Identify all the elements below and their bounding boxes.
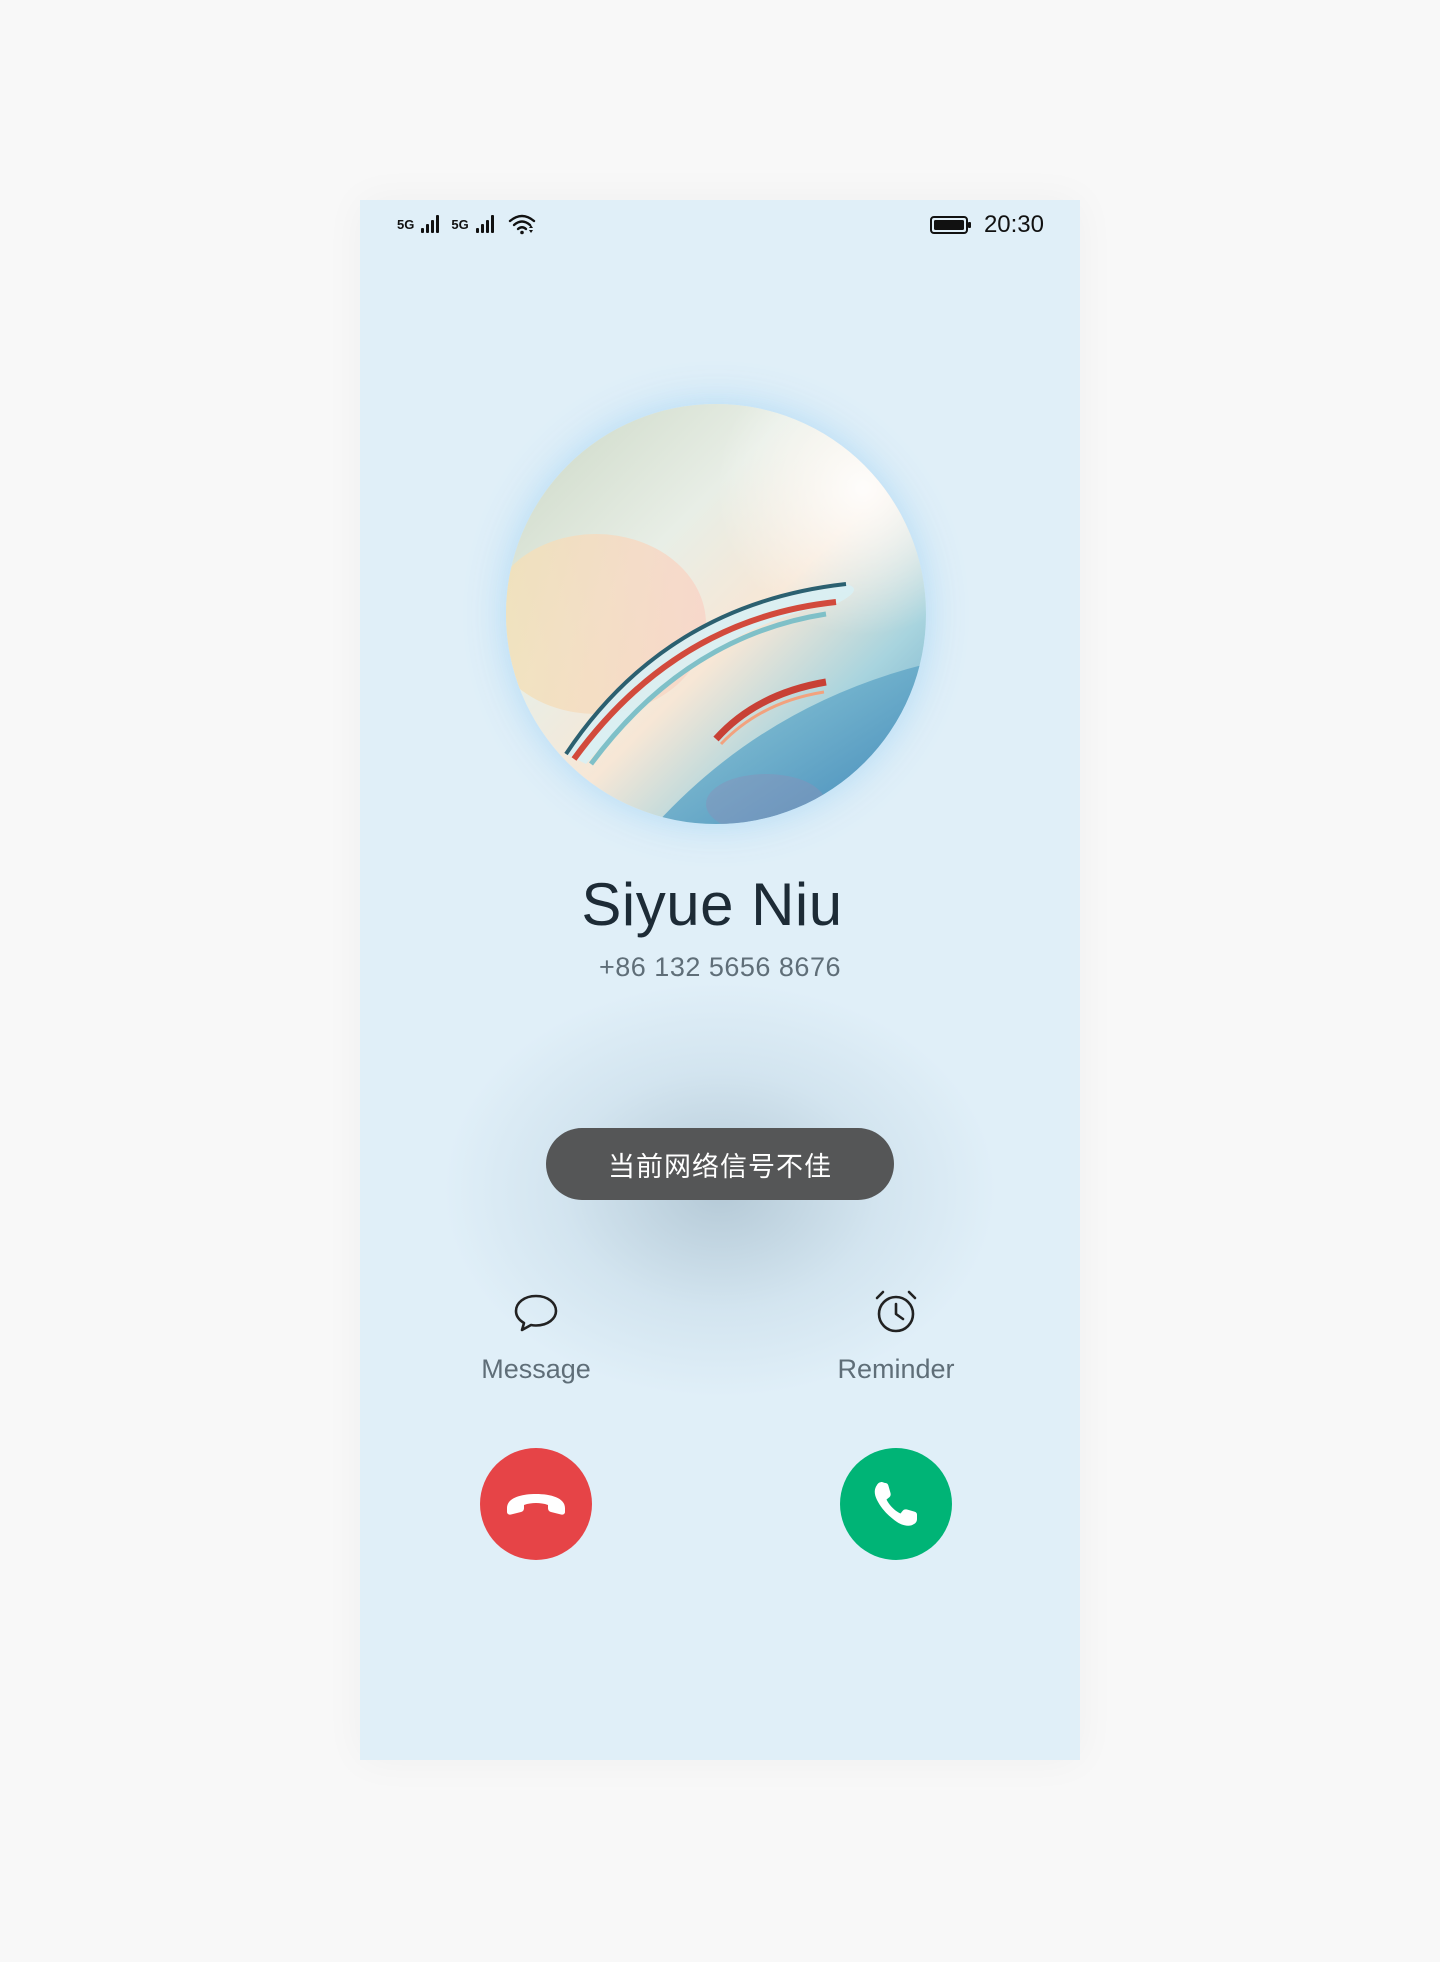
- message-icon: [514, 1294, 558, 1332]
- signal-icon: [421, 215, 440, 233]
- avatar-image: [506, 404, 926, 824]
- battery-icon: [929, 216, 971, 234]
- wifi-icon: [508, 214, 535, 235]
- phone-icon: [874, 1482, 917, 1526]
- message-action[interactable]: Message: [456, 1286, 616, 1385]
- message-label: Message: [481, 1354, 591, 1384]
- status-time: 20:30: [983, 211, 1044, 238]
- incoming-call-screen: 5G 5G 20:30 Siyue Niu +86 132 5656 8676 …: [360, 200, 1080, 1760]
- signal-icon: [475, 215, 494, 233]
- alarm-clock-icon: [875, 1290, 917, 1333]
- status-right: 20:30: [929, 211, 1044, 239]
- caller-avatar: [506, 404, 926, 824]
- phone-hangup-icon: [507, 1494, 565, 1515]
- network-warning-toast: 当前网络信号不佳: [546, 1128, 894, 1200]
- answer-call-button[interactable]: [840, 1448, 952, 1560]
- caller-number: +86 132 5656 8676: [599, 952, 841, 982]
- reminder-action[interactable]: Reminder: [816, 1286, 976, 1385]
- reminder-label: Reminder: [837, 1354, 955, 1384]
- sim2-network-label: 5G: [451, 216, 469, 232]
- decline-call-button[interactable]: [480, 1448, 592, 1560]
- sim1-network-label: 5G: [397, 216, 415, 232]
- status-left: 5G 5G: [397, 213, 536, 235]
- status-bar: 5G 5G 20:30: [360, 200, 1080, 250]
- caller-name: Siyue Niu: [581, 871, 843, 938]
